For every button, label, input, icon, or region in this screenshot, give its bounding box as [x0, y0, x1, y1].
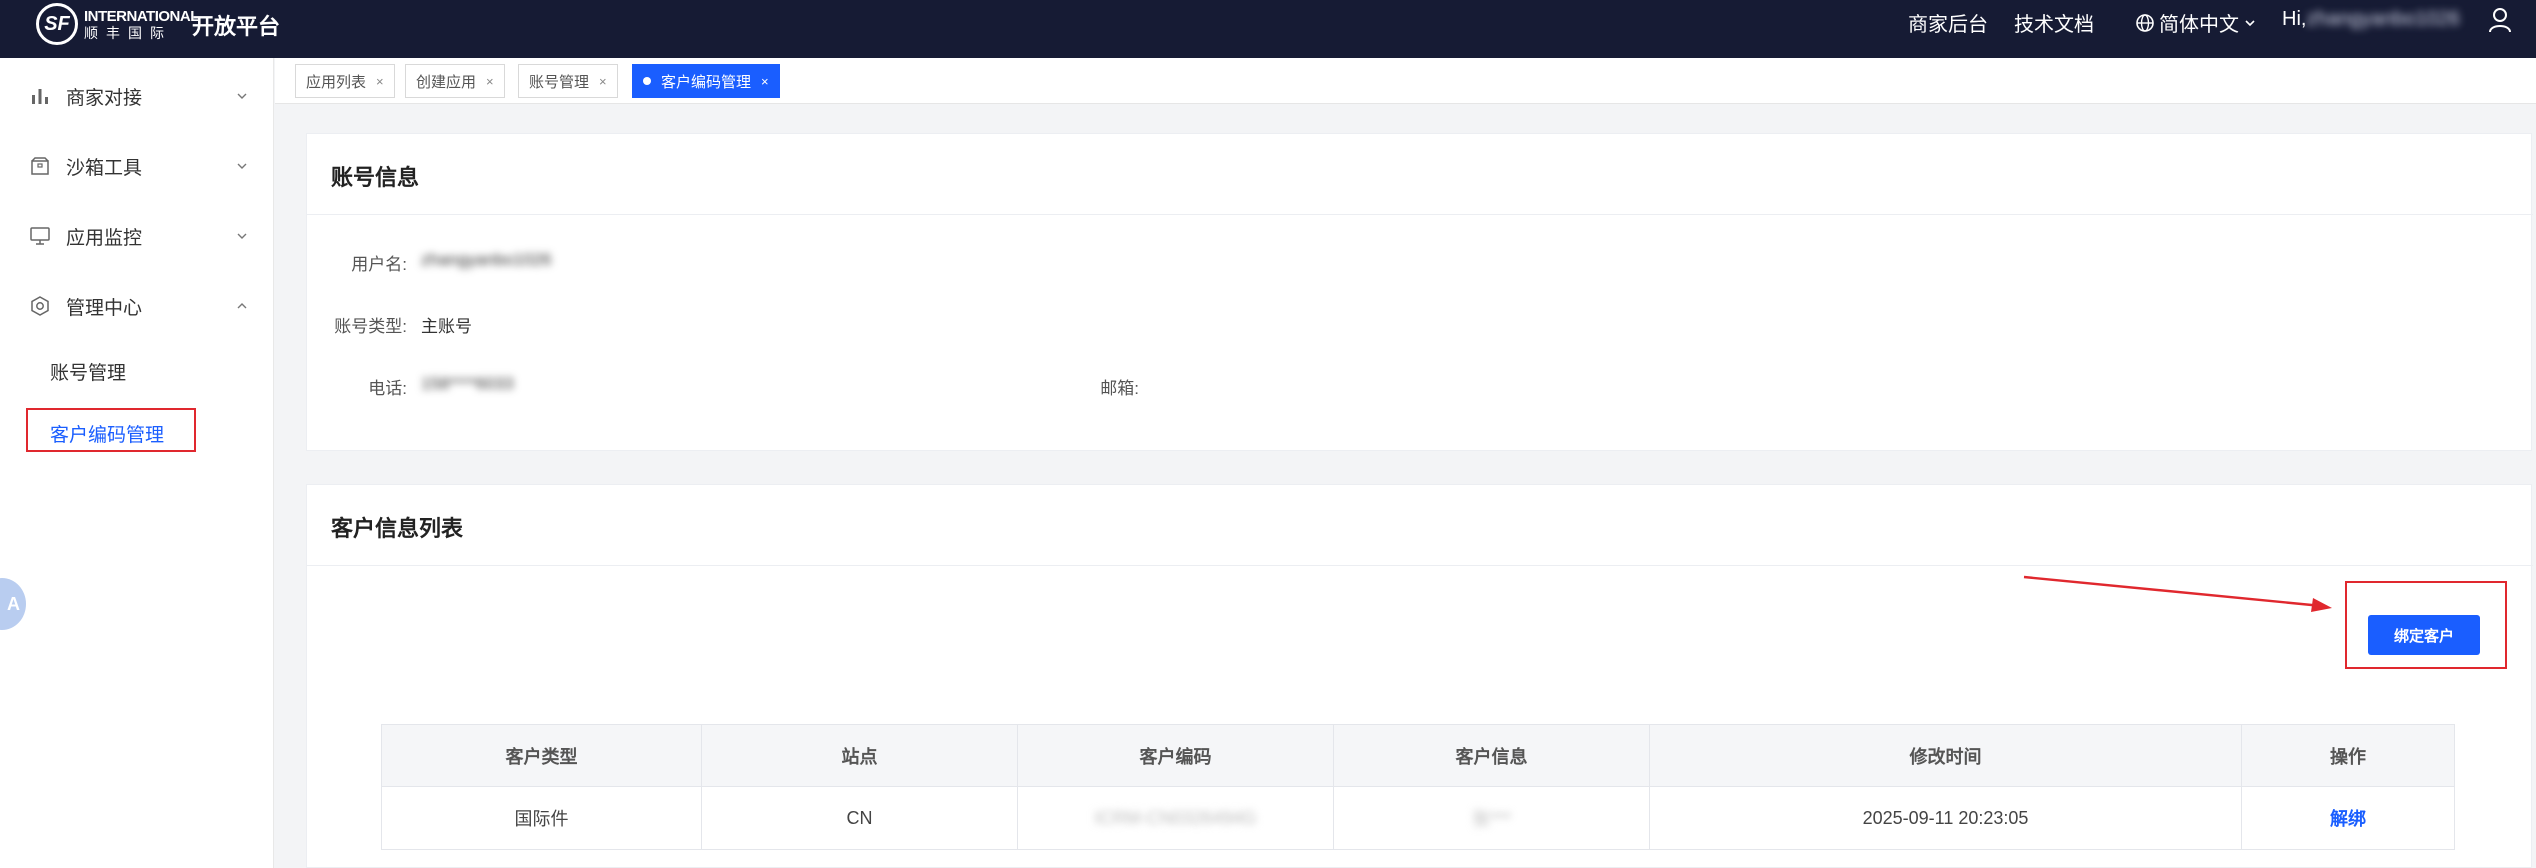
sidebar-item-label: 应用监控 [66, 227, 143, 249]
tab-bar: 应用列表 × 创建应用 × 账号管理 × 客户编码管理 × [275, 58, 2536, 104]
column-header: 客户信息 [1334, 725, 1650, 787]
tab-create-app[interactable]: 创建应用 × [405, 64, 505, 98]
sidebar-item-label: 沙箱工具 [66, 157, 143, 179]
language-label: 简体中文 [2159, 14, 2239, 36]
sidebar-item-management-center[interactable]: 管理中心 [0, 286, 274, 326]
floating-assistant-bubble[interactable]: A [0, 578, 26, 630]
box-icon [28, 154, 52, 178]
cell-site: CN [702, 787, 1018, 849]
table-row: 国际件 CN ICRM-CN0326494G 张*** 2025-09-11 2… [382, 787, 2454, 849]
sidebar-item-label: 商家对接 [66, 87, 143, 109]
language-selector[interactable]: 简体中文 [2135, 8, 2257, 37]
username-label: 用户名: [351, 255, 407, 274]
username-value: zhangyanbo1026 [421, 250, 552, 269]
close-icon[interactable]: × [599, 74, 607, 89]
tab-label: 账号管理 [529, 73, 590, 91]
chevron-down-icon [237, 93, 247, 99]
customer-table: 客户类型 站点 客户编码 客户信息 修改时间 操作 国际件 CN ICRM-CN… [381, 724, 2455, 850]
sf-logo[interactable]: SF INTERNATIONAL 顺丰国际 [36, 2, 199, 46]
divider [307, 565, 2533, 566]
chevron-up-icon [237, 303, 247, 309]
sidebar-item-label: 管理中心 [66, 297, 143, 319]
tech-docs-link[interactable]: 技术文档 [2014, 8, 2094, 37]
cell-customer-code: ICRM-CN0326494G [1094, 807, 1257, 828]
username-blurred: zhangyanbo1026 [2306, 8, 2460, 30]
bind-customer-button[interactable]: 绑定客户 [2368, 615, 2480, 655]
greeting-text: Hi, [2282, 8, 2307, 30]
logo-line2: 顺丰国际 [84, 24, 172, 41]
gear-icon [28, 294, 52, 318]
sidebar-item-sandbox-tools[interactable]: 沙箱工具 [0, 146, 274, 186]
bar-chart-icon [28, 84, 52, 108]
logo-line1: INTERNATIONAL [84, 7, 199, 25]
tab-label: 应用列表 [306, 73, 367, 91]
close-icon[interactable]: × [376, 74, 384, 89]
tab-label: 创建应用 [416, 73, 477, 91]
tab-account-management[interactable]: 账号管理 × [518, 64, 618, 98]
tab-label: 客户编码管理 [661, 73, 752, 91]
sidebar: 商家对接 沙箱工具 应用监控 管理中心 账号管理 客户编码管理 A [0, 58, 274, 868]
user-greeting[interactable]: Hi, zhangyanbo1026 [2282, 8, 2460, 31]
sidebar-item-app-monitoring[interactable]: 应用监控 [0, 216, 274, 256]
annotation-arrow [2023, 575, 2332, 612]
column-header: 站点 [702, 725, 1018, 787]
merchant-backend-link[interactable]: 商家后台 [1908, 8, 1988, 37]
divider [307, 214, 2533, 215]
close-icon[interactable]: × [761, 74, 769, 89]
column-header: 客户编码 [1018, 725, 1334, 787]
column-header: 客户类型 [382, 725, 702, 787]
chevron-down-icon [237, 163, 247, 169]
phone-label: 电话: [368, 379, 407, 398]
monitor-icon [28, 224, 52, 248]
account-info-card: 账号信息 用户名: zhangyanbo1026 账号类型: 主账号 电话: 1… [306, 133, 2533, 451]
platform-title: 开放平台 [192, 14, 281, 39]
column-header: 操作 [2330, 747, 2366, 767]
unbind-link[interactable]: 解绑 [2330, 805, 2366, 831]
active-dot-icon [643, 77, 651, 85]
user-icon[interactable] [2488, 6, 2512, 34]
account-type-value: 主账号 [421, 317, 472, 336]
account-info-title: 账号信息 [331, 165, 420, 190]
close-icon[interactable]: × [486, 74, 494, 89]
chevron-down-icon [237, 233, 247, 239]
logo-mark: SF [36, 3, 78, 45]
table-header: 客户类型 站点 客户编码 客户信息 修改时间 操作 [382, 725, 2454, 787]
tab-customer-code-management[interactable]: 客户编码管理 × [632, 64, 780, 98]
tab-app-list[interactable]: 应用列表 × [295, 64, 395, 98]
customer-list-title: 客户信息列表 [331, 516, 464, 541]
chevron-down-icon [2245, 19, 2255, 26]
sidebar-item-merchant-integration[interactable]: 商家对接 [0, 76, 274, 116]
phone-value: 158****6033 [421, 374, 514, 393]
account-type-label: 账号类型: [334, 317, 407, 336]
email-label: 邮箱: [1100, 379, 1139, 398]
sidebar-subitem-account-management[interactable]: 账号管理 [50, 358, 126, 385]
column-header: 修改时间 [1650, 725, 2242, 787]
cell-customer-type: 国际件 [382, 787, 702, 849]
annotation-highlight-box [26, 408, 196, 452]
globe-icon [2136, 13, 2154, 32]
top-navigation-bar: SF INTERNATIONAL 顺丰国际 开放平台 商家后台 技术文档 简体中… [0, 0, 2536, 58]
cell-modified-time: 2025-09-11 20:23:05 [1650, 787, 2242, 849]
cell-customer-info: 张*** [1471, 809, 1511, 829]
